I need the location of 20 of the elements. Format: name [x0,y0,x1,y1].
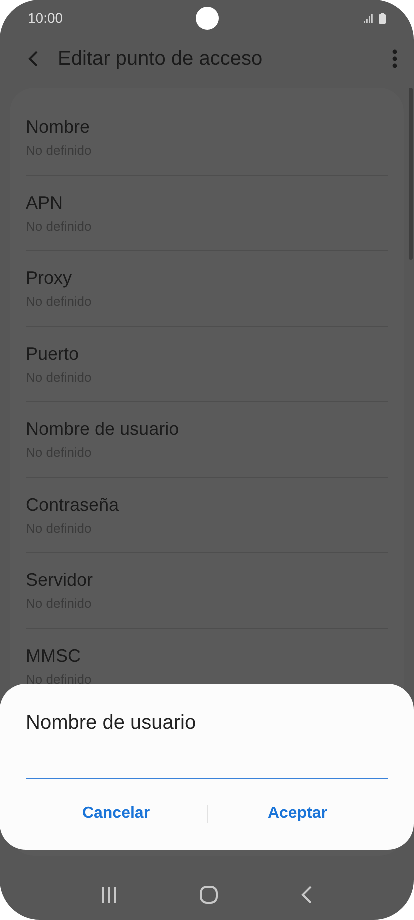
more-options-button[interactable] [392,49,398,69]
status-time: 10:00 [28,10,64,26]
cancel-button[interactable]: Cancelar [26,799,206,829]
item-title: Nombre [26,117,90,138]
item-title: MMSC [26,646,81,666]
recent-apps-button[interactable] [100,886,118,904]
signal-icon [364,14,373,22]
item-title: Contraseña [26,494,120,516]
back-nav-button[interactable] [300,885,314,905]
camera-hole [196,7,219,30]
item-title: Nombre de usuario [26,419,180,440]
screen-title: Editar punto de acceso [58,48,264,70]
accept-button[interactable]: Aceptar [208,799,388,829]
item-title: APN [26,192,64,214]
dialog-title: Nombre de usuario [26,712,196,735]
home-button[interactable] [198,885,219,905]
item-title: Proxy [26,268,72,289]
item-title: Servidor [26,570,94,591]
battery-icon [379,12,386,24]
item-title: Puerto [26,344,80,364]
